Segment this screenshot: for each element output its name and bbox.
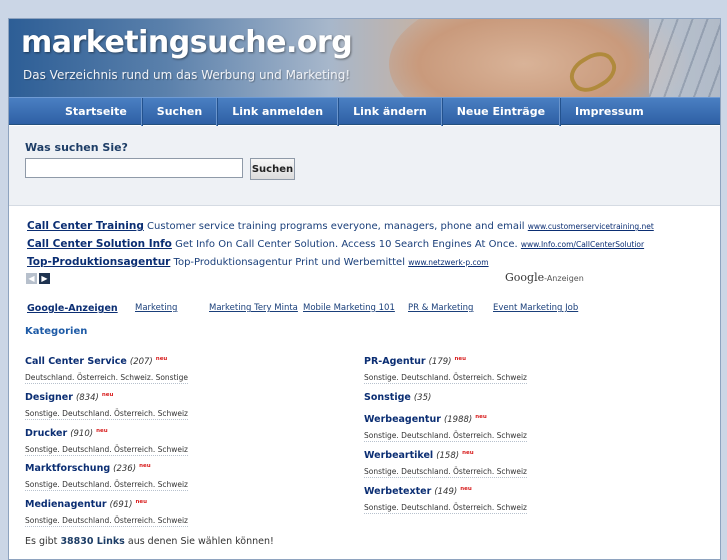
ad-link[interactable]: Marketing — [135, 303, 177, 313]
ad-link[interactable]: Mobile Marketing 101 — [303, 303, 395, 313]
categories-heading: Kategorien — [25, 326, 88, 337]
category-item: Designer (834) neu — [25, 392, 113, 403]
category-sublinks[interactable]: Deutschland. Österreich. Schweiz. Sonsti… — [25, 373, 188, 384]
next-ad-icon[interactable]: ▶ — [39, 273, 50, 284]
ad-text: Customer service training programs every… — [147, 221, 525, 232]
new-badge: neu — [460, 486, 472, 492]
ad-item: Top-Produktionsagentur Top-Produktionsag… — [27, 256, 489, 268]
category-count: (207) — [129, 357, 153, 368]
page-frame: marketingsuche.org Das Verzeichnis rund … — [8, 18, 721, 560]
header-keyboard-image — [649, 19, 720, 97]
ad-item: Call Center Solution Info Get Info On Ca… — [27, 238, 644, 250]
category-link[interactable]: PR-Agentur — [364, 356, 426, 367]
category-count: (149) — [434, 487, 458, 498]
category-count: (35) — [413, 393, 432, 403]
category-link[interactable]: Designer — [25, 392, 73, 403]
prev-ad-icon[interactable]: ◀ — [26, 273, 37, 284]
google-anzeigen-link[interactable]: Google-Anzeigen — [27, 303, 118, 314]
ad-text: Top-Produktionsagentur Print und Werbemi… — [173, 257, 405, 268]
link-count: 38830 Links — [60, 536, 125, 547]
ad-title[interactable]: Call Center Training — [27, 220, 144, 232]
link-count-text: Es gibt 38830 Links aus denen Sie wählen… — [25, 536, 274, 547]
category-count: (236) — [113, 464, 137, 475]
google-logo: Google — [505, 271, 545, 284]
search-input[interactable] — [25, 158, 243, 178]
category-sublinks[interactable]: Sonstige. Deutschland. Österreich. Schwe… — [25, 409, 188, 420]
search-label: Was suchen Sie? — [25, 141, 128, 154]
nav-item-link-aendern[interactable]: Link ändern — [338, 98, 442, 126]
footer-suffix: aus denen Sie wählen können! — [127, 536, 274, 547]
google-ads-suffix: -Anzeigen — [544, 274, 584, 283]
ad-item: Call Center Training Customer service tr… — [27, 220, 654, 232]
footer-prefix: Es gibt — [25, 536, 58, 547]
ad-title[interactable]: Top-Produktionsagentur — [27, 256, 170, 268]
category-count: (1988) — [443, 415, 473, 426]
category-sublinks[interactable]: Sonstige. Deutschland. Österreich. Schwe… — [25, 445, 188, 456]
ad-pager: ◀ ▶ — [26, 273, 50, 284]
category-link[interactable]: Werbeagentur — [364, 414, 441, 425]
ad-url[interactable]: www.Info.com/CallCenterSolutior — [521, 240, 644, 249]
new-badge: neu — [139, 463, 151, 469]
new-badge: neu — [96, 428, 108, 434]
main-nav: Startseite Suchen Link anmelden Link änd… — [9, 97, 720, 126]
category-sublinks[interactable]: Sonstige. Deutschland. Österreich. Schwe… — [364, 431, 527, 442]
category-count: (910) — [70, 429, 94, 440]
new-badge: neu — [454, 356, 467, 362]
category-link[interactable]: Drucker — [25, 428, 67, 439]
category-item: Werbetexter (149) neu — [364, 486, 472, 497]
search-button[interactable]: Suchen — [250, 158, 295, 180]
category-link[interactable]: Medienagentur — [25, 499, 107, 510]
ad-url[interactable]: www.netzwerk-p.com — [408, 258, 488, 267]
ad-link[interactable]: Marketing Tery Minta — [209, 303, 298, 313]
ad-link[interactable]: Event Marketing Job — [493, 303, 578, 313]
new-badge: neu — [101, 392, 114, 398]
new-badge: neu — [135, 499, 148, 505]
category-item: Medienagentur (691) neu — [25, 499, 147, 510]
category-sublinks[interactable]: Sonstige. Deutschland. Österreich. Schwe… — [364, 503, 527, 514]
nav-item-neue-eintraege[interactable]: Neue Einträge — [441, 98, 561, 126]
new-badge: neu — [475, 414, 487, 420]
category-item: Call Center Service (207) neu — [25, 356, 167, 367]
ad-link[interactable]: PR & Marketing — [408, 303, 473, 313]
ad-text: Get Info On Call Center Solution. Access… — [175, 239, 518, 250]
ad-url[interactable]: www.customerservicetraining.net — [528, 222, 654, 231]
category-count: (691) — [109, 500, 133, 511]
google-ads-badge[interactable]: Google-Anzeigen — [505, 271, 584, 284]
new-badge: neu — [462, 450, 474, 456]
category-item: Werbeartikel (158) neu — [364, 450, 474, 461]
category-count: (834) — [75, 393, 99, 404]
category-sublinks[interactable]: Sonstige. Deutschland. Österreich. Schwe… — [25, 516, 188, 527]
site-title[interactable]: marketingsuche.org — [21, 25, 353, 60]
nav-item-suchen[interactable]: Suchen — [141, 98, 218, 126]
nav-item-impressum[interactable]: Impressum — [560, 98, 658, 126]
category-link[interactable]: Call Center Service — [25, 356, 127, 367]
category-item: Werbeagentur (1988) neu — [364, 414, 487, 425]
category-item: PR-Agentur (179) neu — [364, 356, 466, 367]
site-header: marketingsuche.org Das Verzeichnis rund … — [9, 19, 720, 97]
nav-item-startseite[interactable]: Startseite — [51, 98, 142, 126]
new-badge: neu — [155, 356, 168, 362]
category-sublinks[interactable]: Sonstige. Deutschland. Österreich. Schwe… — [364, 467, 527, 478]
category-link[interactable]: Werbeartikel — [364, 450, 433, 461]
category-link[interactable]: Sonstige — [364, 392, 411, 403]
category-sublinks[interactable]: Sonstige. Deutschland. Österreich. Schwe… — [364, 373, 527, 384]
category-count: (158) — [436, 451, 460, 462]
category-link[interactable]: Marktforschung — [25, 463, 110, 474]
category-sublinks[interactable]: Sonstige. Deutschland. Österreich. Schwe… — [25, 480, 188, 491]
category-link[interactable]: Werbetexter — [364, 486, 431, 497]
header-hand-image — [389, 19, 689, 97]
ad-title[interactable]: Call Center Solution Info — [27, 238, 172, 250]
category-item: Drucker (910) neu — [25, 428, 108, 439]
site-tagline: Das Verzeichnis rund um das Werbung und … — [23, 68, 351, 82]
category-item: Marktforschung (236) neu — [25, 463, 151, 474]
search-panel: Was suchen Sie? Suchen — [9, 126, 720, 206]
nav-item-link-anmelden[interactable]: Link anmelden — [217, 98, 339, 126]
category-item: Sonstige (35) — [364, 392, 431, 403]
category-count: (179) — [428, 357, 452, 368]
